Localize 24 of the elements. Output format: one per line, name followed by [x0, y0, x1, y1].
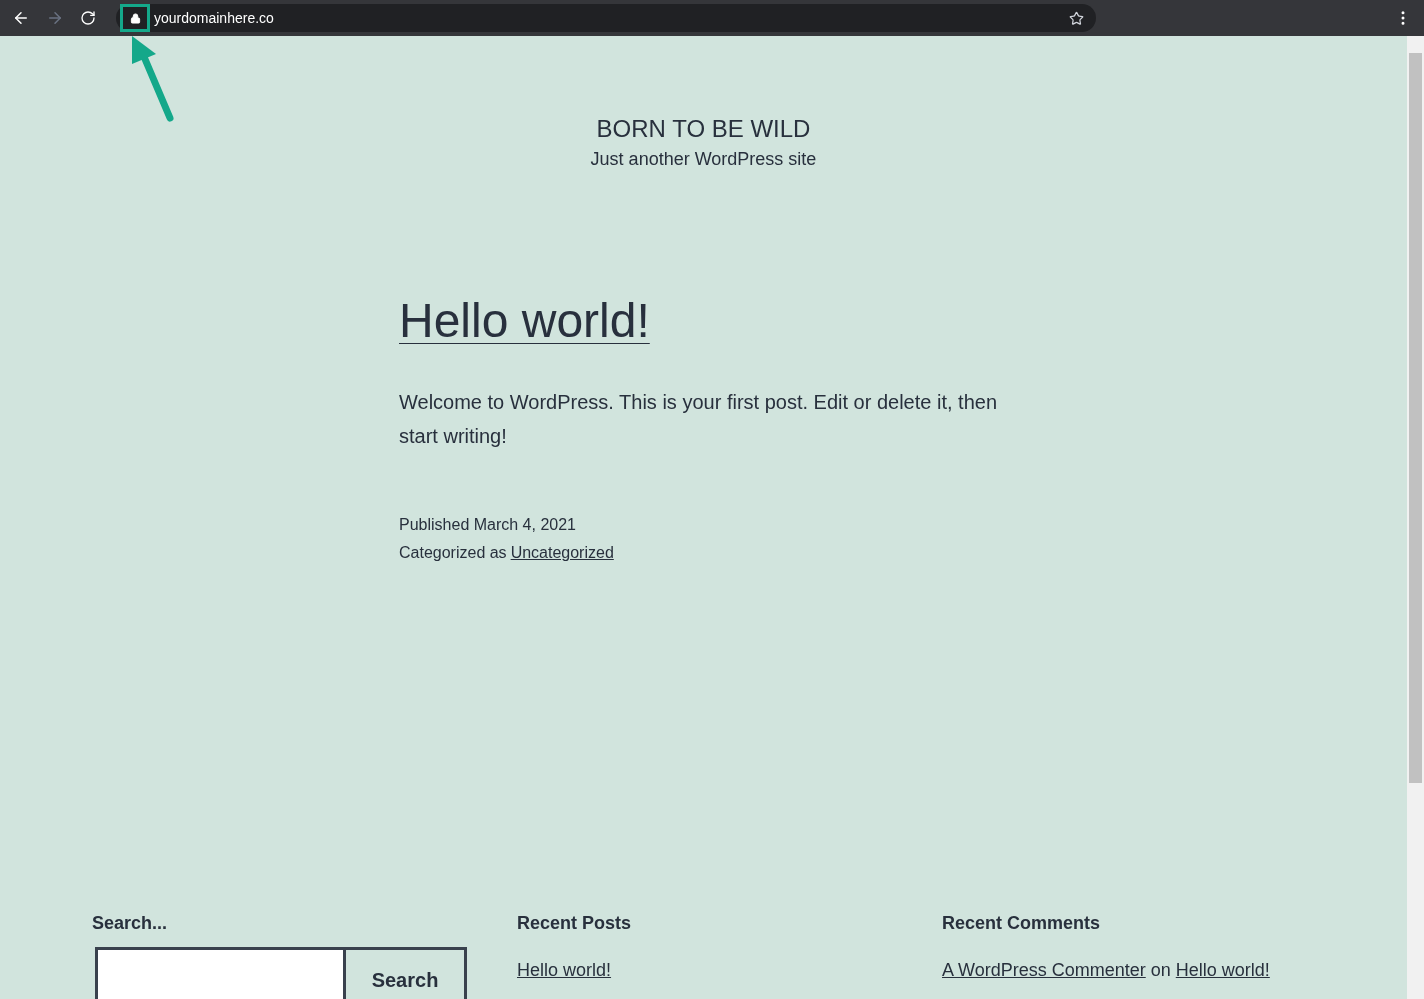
site-tagline: Just another WordPress site [590, 148, 817, 171]
comment-author-link[interactable]: A WordPress Commenter [942, 957, 1146, 984]
back-icon[interactable] [12, 9, 30, 27]
recent-posts-heading: Recent Posts [517, 912, 633, 935]
lock-icon[interactable] [129, 12, 141, 24]
reload-icon[interactable] [80, 10, 96, 26]
scrollbar-thumb[interactable] [1409, 53, 1422, 783]
recent-comments-heading: Recent Comments [942, 912, 1102, 935]
site-title[interactable]: BORN TO BE WILD [596, 114, 811, 144]
search-field[interactable] [98, 950, 343, 999]
address-bar[interactable]: yourdomainhere.co [116, 4, 1096, 32]
comment-connector: on [1150, 959, 1171, 982]
category-label: Categorized as [399, 543, 507, 563]
category-link[interactable]: Uncategorized [510, 541, 614, 565]
url-text: yourdomainhere.co [154, 8, 274, 28]
search-label: Search... [92, 912, 169, 935]
post-title-link[interactable]: Hello world! [399, 293, 650, 349]
post-body: Welcome to WordPress. This is your first post. Edit or delete it, then start writing! [399, 390, 999, 449]
bookmark-star-icon[interactable] [1069, 10, 1084, 26]
comment-post-link[interactable]: Hello world! [1175, 957, 1270, 984]
recent-post-link[interactable]: Hello world! [517, 957, 612, 984]
scrollbar[interactable] [1407, 36, 1424, 999]
published-date: Published March 4, 2021 [399, 515, 577, 535]
forward-icon[interactable] [46, 9, 64, 27]
